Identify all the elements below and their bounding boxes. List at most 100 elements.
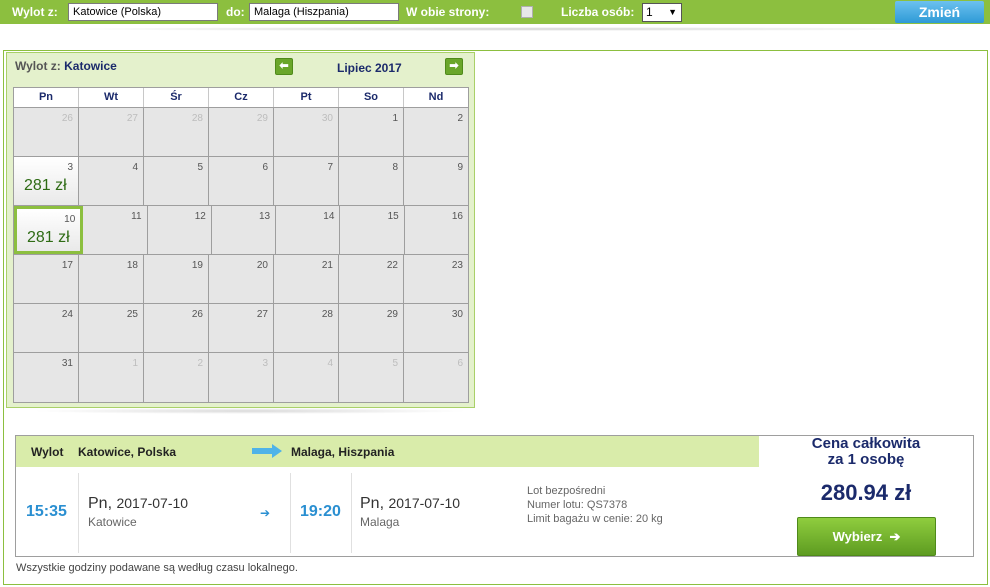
calendar-day: 31: [14, 353, 79, 402]
day-number: 30: [321, 113, 333, 124]
calendar-day-priced[interactable]: 10 281 zł: [14, 206, 84, 254]
weekday-header: Śr: [144, 88, 209, 107]
arrival-day: Pn,: [360, 495, 385, 512]
calendar-day-priced[interactable]: 3 281 zł: [14, 157, 79, 205]
departure-day: Pn,: [88, 495, 113, 512]
calendar-grid: Pn Wt Śr Cz Pt So Nd 26 27 28 29 30 1 2 3 281 zł 4 5 6 7 8 9…: [13, 87, 469, 403]
day-number: 25: [126, 309, 138, 320]
day-number: 5: [392, 358, 398, 369]
day-number: 2: [197, 358, 203, 369]
calendar-day: 4: [79, 157, 144, 205]
day-number: 8: [392, 162, 398, 173]
departure-date: Pn, 2017-07-10: [88, 495, 188, 513]
calendar-day: 17: [14, 255, 79, 303]
day-number: 21: [321, 260, 333, 271]
from-label: Wylot z:: [12, 5, 58, 19]
baggage-limit: Limit bagażu w cenie: 20 kg: [527, 513, 663, 525]
weekday-header: Wt: [79, 88, 144, 107]
calendar-day: 27: [209, 304, 274, 352]
calendar-day: 24: [14, 304, 79, 352]
day-number: 3: [262, 358, 268, 369]
day-number: 26: [191, 309, 203, 320]
calendar-day: 22: [339, 255, 404, 303]
divider: [351, 473, 352, 553]
day-number: 6: [457, 358, 463, 369]
day-number: 12: [194, 211, 206, 222]
calendar-day: 28: [274, 304, 339, 352]
persons-label: Liczba osób:: [561, 5, 635, 19]
calendar-day: 12: [147, 206, 212, 254]
calendar-day: 29: [209, 108, 274, 156]
flight-offer: Wylot Katowice, Polska Malaga, Hiszpania…: [15, 435, 974, 557]
day-number: 2: [457, 113, 463, 124]
day-number: 14: [323, 211, 335, 222]
departure-date-value: 2017-07-10: [116, 495, 189, 511]
day-number: 4: [132, 162, 138, 173]
calendar-day: 18: [79, 255, 144, 303]
day-number: 16: [451, 211, 463, 222]
local-time-note: Wszystkie godziny podawane są według cza…: [16, 562, 298, 574]
day-number: 4: [327, 358, 333, 369]
calendar-week-row: 17 18 19 20 21 22 23: [14, 255, 468, 304]
calendar-day: 4: [274, 353, 339, 402]
arrival-city: Malaga: [360, 515, 400, 529]
day-number: 15: [387, 211, 399, 222]
calendar-day: 5: [339, 353, 404, 402]
weekday-header: Pn: [14, 88, 79, 107]
price-calendar: Wylot z: Katowice ⬅ Lipiec 2017 ➡ Pn Wt Śr…: [6, 52, 475, 408]
topbar-shadow: [40, 27, 980, 31]
roundtrip-label: W obie strony:: [406, 5, 490, 19]
day-price: 281 zł: [24, 177, 67, 194]
day-number: 27: [256, 309, 268, 320]
flight-origin: Katowice, Polska: [78, 445, 177, 459]
flight-route-header: Wylot Katowice, Polska Malaga, Hiszpania: [16, 436, 759, 467]
from-input[interactable]: [68, 3, 218, 21]
calendar-day: 26: [144, 304, 209, 352]
day-number: 17: [61, 260, 73, 271]
arrow-left-icon: ⬅: [279, 60, 289, 72]
chevron-down-icon: ▼: [668, 7, 677, 17]
persons-select[interactable]: 1 ▼: [642, 3, 682, 22]
weekday-header: Nd: [428, 91, 444, 103]
next-month-button[interactable]: ➡: [445, 58, 463, 75]
calendar-day: 29: [339, 304, 404, 352]
calendar-day: 27: [79, 108, 144, 156]
calendar-day: 2: [404, 108, 468, 156]
day-number: 28: [321, 309, 333, 320]
prev-month-button[interactable]: ⬅: [275, 58, 293, 75]
departure-city: Katowice: [88, 515, 137, 529]
calendar-day: 1: [79, 353, 144, 402]
flight-number: Numer lotu: QS7378: [527, 499, 628, 511]
direct-flight-label: Lot bezpośredni: [527, 485, 606, 497]
flight-info: Lot bezpośredni Numer lotu: QS7378 Limit…: [527, 484, 663, 526]
calendar-day: 30: [404, 304, 468, 352]
calendar-day: 3: [209, 353, 274, 402]
calendar-day: 25: [79, 304, 144, 352]
day-number: 11: [131, 211, 142, 222]
select-button-label: Wybierz: [832, 529, 883, 544]
arrow-right-icon: ➡: [449, 60, 459, 72]
flight-destination: Malaga, Hiszpania: [291, 445, 395, 459]
calendar-month-label: Lipiec 2017: [337, 61, 402, 75]
calendar-day: 19: [144, 255, 209, 303]
weekday-header: So: [339, 88, 404, 107]
arrival-time: 19:20: [300, 503, 341, 520]
calendar-day: 8: [339, 157, 404, 205]
change-search-button[interactable]: Zmień: [895, 1, 984, 23]
calendar-day: 15: [340, 206, 405, 254]
day-number: 1: [132, 358, 138, 369]
day-number: 10: [64, 214, 76, 225]
calendar-day: 30: [274, 108, 339, 156]
arrow-right-icon: ➔: [260, 506, 271, 520]
arrow-right-icon: ➔: [889, 529, 901, 544]
select-flight-button[interactable]: Wybierz ➔: [797, 517, 936, 556]
calendar-day: 21: [274, 255, 339, 303]
calendar-weekday-header: Pn Wt Śr Cz Pt So Nd: [14, 88, 468, 108]
to-input[interactable]: [249, 3, 399, 21]
calendar-day: 28: [144, 108, 209, 156]
calendar-day: 5: [144, 157, 209, 205]
day-number: 18: [126, 260, 138, 271]
price-title-line-1: Cena całkowita: [811, 435, 921, 452]
roundtrip-checkbox[interactable]: [521, 6, 533, 18]
calendar-day: 11: [83, 206, 148, 254]
